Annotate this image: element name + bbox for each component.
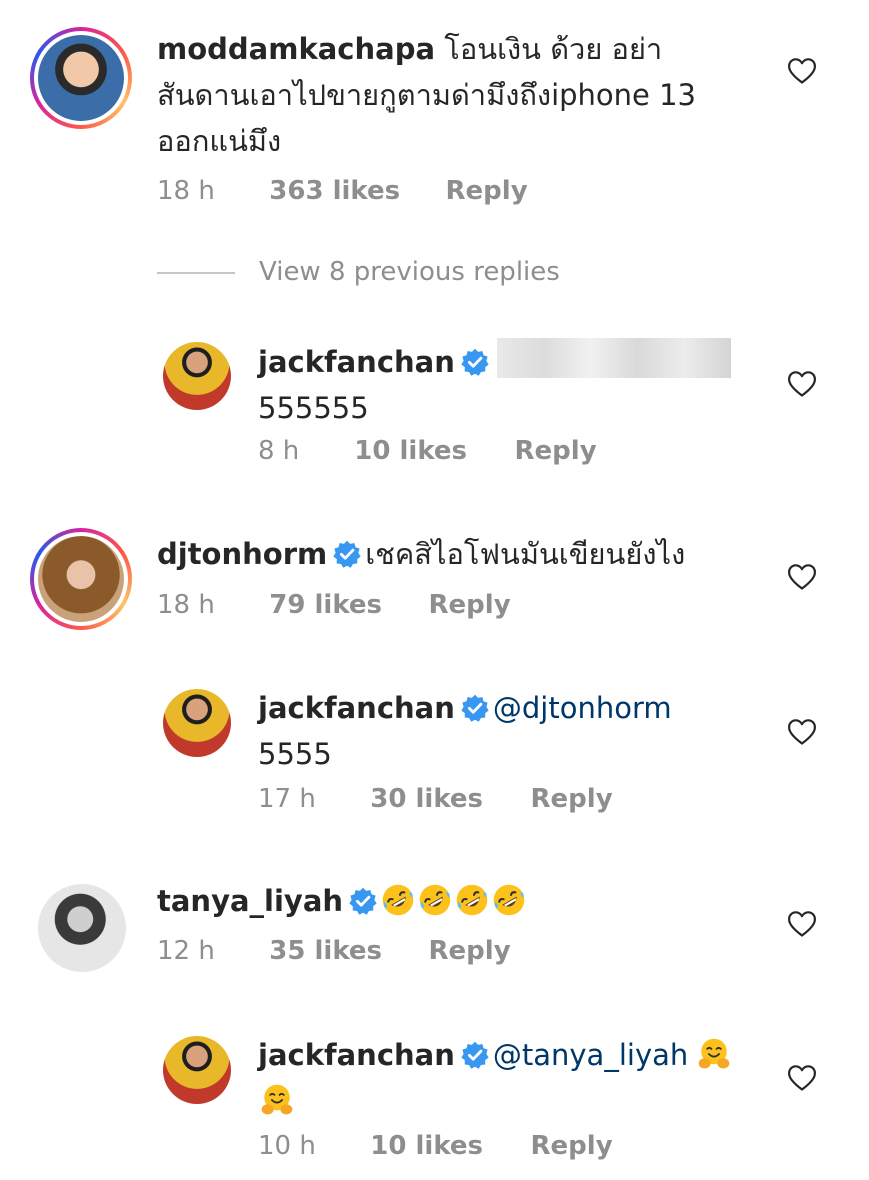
comment-username[interactable]: jackfanchan xyxy=(258,1038,455,1072)
heart-icon[interactable] xyxy=(787,370,817,398)
comment-text: djtonhorm เชคสิไอโฟนมันเขียนยังไง xyxy=(157,531,797,577)
hugging-face-emoji xyxy=(260,1083,294,1117)
comment-text-body: 555555 xyxy=(258,391,369,425)
rolling-on-floor-laughing-emoji xyxy=(455,883,489,917)
verified-badge-icon xyxy=(461,348,489,376)
comment-meta: 10 h 10 likes Reply xyxy=(258,1131,613,1161)
comment-text-body: เชคสิไอโฟนมันเขียนยังไง xyxy=(365,537,686,571)
comment-likes[interactable]: 79 likes xyxy=(269,590,420,620)
comment-meta: 18 h 363 likes Reply xyxy=(157,176,528,206)
verified-badge-icon xyxy=(461,1041,489,1069)
comment-time: 10 h xyxy=(258,1131,316,1161)
heart-icon[interactable] xyxy=(787,910,817,938)
comment-likes[interactable]: 35 likes xyxy=(269,936,420,966)
comment-username[interactable]: tanya_liyah xyxy=(157,884,343,918)
reply-button[interactable]: Reply xyxy=(429,590,511,620)
comment-text: jackfanchan @tanya_liyah xyxy=(258,1032,778,1124)
comment-username[interactable]: jackfanchan xyxy=(258,691,455,725)
comment-text: jackfanchan @djtonhorm 5555 xyxy=(258,685,778,777)
comment-time: 18 h xyxy=(157,176,215,206)
comment-meta: 17 h 30 likes Reply xyxy=(258,784,613,814)
comment-username[interactable]: moddamkachapa xyxy=(157,32,435,66)
view-previous-replies-button[interactable]: View 8 previous replies xyxy=(157,257,560,287)
mention-link[interactable]: @djtonhorm xyxy=(493,691,672,725)
comment-text-line1: โอนเงิน ด้วย อย่า xyxy=(444,32,663,66)
avatar[interactable] xyxy=(163,1036,231,1104)
comment-text: jackfanchan 555555 xyxy=(258,338,778,431)
avatar[interactable] xyxy=(38,536,124,622)
heart-icon[interactable] xyxy=(787,718,817,746)
comment-time: 12 h xyxy=(157,936,215,966)
heart-icon[interactable] xyxy=(787,1064,817,1092)
reply-button[interactable]: Reply xyxy=(429,936,511,966)
comment-meta: 12 h 35 likes Reply xyxy=(157,936,511,966)
story-ring[interactable] xyxy=(30,27,132,129)
comment-time: 8 h xyxy=(258,436,300,466)
mention-link[interactable]: @tanya_liyah xyxy=(493,1038,688,1072)
comment-username[interactable]: djtonhorm xyxy=(157,537,327,571)
rolling-on-floor-laughing-emoji xyxy=(418,883,452,917)
reply-button[interactable]: Reply xyxy=(531,1131,613,1161)
avatar[interactable] xyxy=(163,689,231,757)
story-ring[interactable] xyxy=(30,528,132,630)
comment-meta: 8 h 10 likes Reply xyxy=(258,436,597,466)
avatar[interactable] xyxy=(38,884,126,972)
blurred-mention xyxy=(496,338,731,378)
rolling-on-floor-laughing-emoji xyxy=(381,883,415,917)
avatar[interactable] xyxy=(163,342,231,410)
verified-badge-icon xyxy=(349,887,377,915)
rolling-on-floor-laughing-emoji xyxy=(492,883,526,917)
comment-text-line3: ออกแน่มึง xyxy=(157,124,282,158)
avatar[interactable] xyxy=(38,35,124,121)
hugging-face-emoji xyxy=(697,1037,731,1071)
reply-button[interactable]: Reply xyxy=(531,784,613,814)
verified-badge-icon xyxy=(461,694,489,722)
comment-time: 17 h xyxy=(258,784,316,814)
reply-button[interactable]: Reply xyxy=(446,176,528,206)
comment-text-line2: สันดานเอาไปขายกูตามด่ามึงถึงiphone 13 xyxy=(157,78,697,112)
verified-badge-icon xyxy=(333,540,361,568)
comment-meta: 18 h 79 likes Reply xyxy=(157,590,511,620)
comment-text: tanya_liyah xyxy=(157,878,797,924)
comment-text: moddamkachapa โอนเงิน ด้วย อย่า สันดานเอ… xyxy=(157,26,797,164)
comment-likes[interactable]: 30 likes xyxy=(370,784,522,814)
comment-time: 18 h xyxy=(157,590,215,620)
divider-line xyxy=(157,271,235,274)
view-replies-label: View 8 previous replies xyxy=(259,257,560,287)
comment-likes[interactable]: 10 likes xyxy=(370,1131,522,1161)
comment-text-body: 5555 xyxy=(258,737,332,771)
heart-icon[interactable] xyxy=(787,563,817,591)
comment-username[interactable]: jackfanchan xyxy=(258,345,455,379)
reply-button[interactable]: Reply xyxy=(515,436,597,466)
comment-likes[interactable]: 10 likes xyxy=(354,436,506,466)
heart-icon[interactable] xyxy=(787,57,817,85)
comment-likes[interactable]: 363 likes xyxy=(269,176,437,206)
